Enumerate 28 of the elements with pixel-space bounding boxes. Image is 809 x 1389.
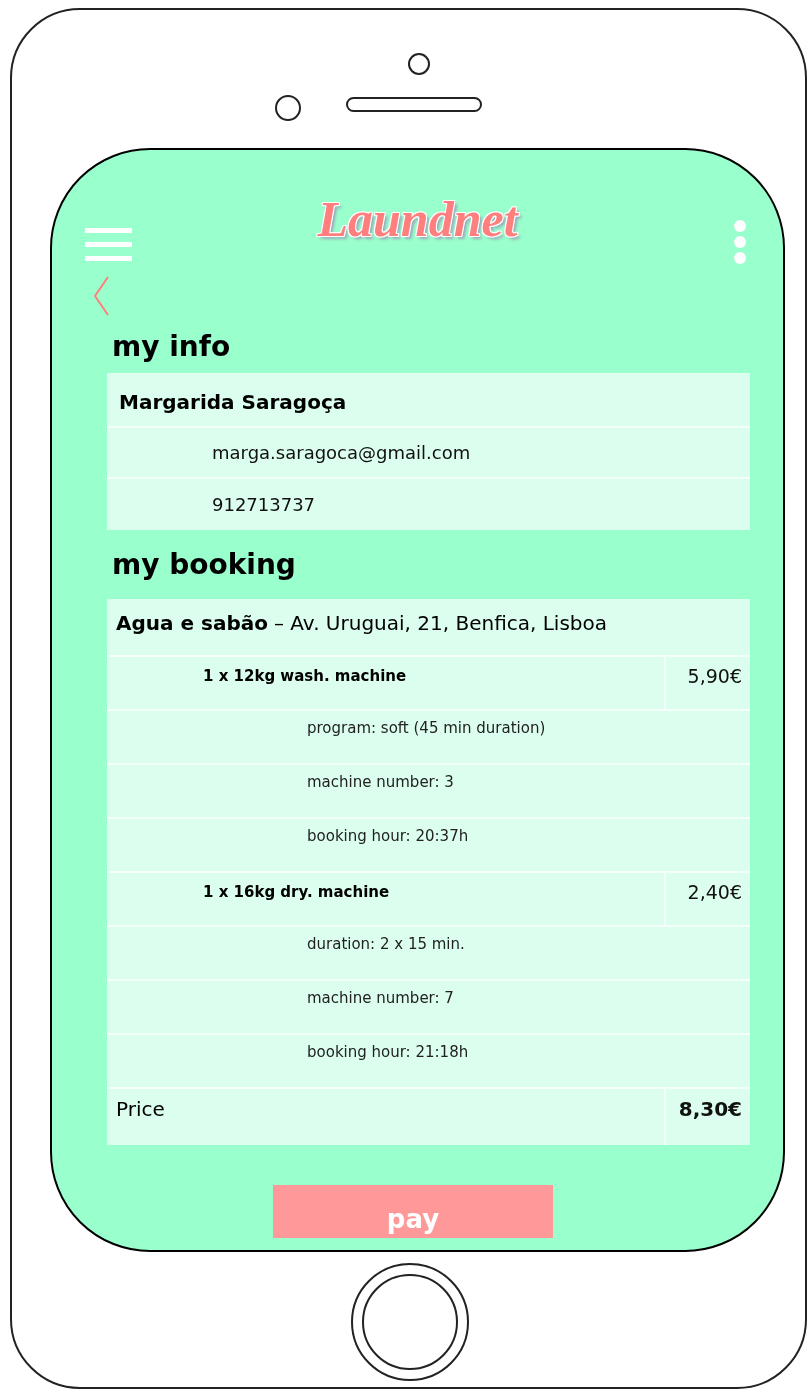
phone-text: 912713737 bbox=[212, 494, 316, 515]
booking-detail: duration: 2 x 15 min. bbox=[307, 935, 465, 953]
camera-icon bbox=[407, 52, 431, 76]
back-icon[interactable] bbox=[92, 276, 110, 316]
store-name: Agua e sabão bbox=[116, 611, 268, 635]
item-price: 2,40€ bbox=[664, 873, 750, 925]
section-heading: my booking bbox=[112, 548, 297, 581]
user-name: Margarida Saragoça bbox=[119, 389, 347, 414]
email-text: marga.saragoca@gmail.com bbox=[212, 442, 471, 463]
item-price: 5,90€ bbox=[664, 657, 750, 709]
total-price: 8,30€ bbox=[664, 1089, 750, 1145]
machine-item: 1 x 12kg wash. machine bbox=[203, 666, 407, 685]
section-heading: my info bbox=[112, 330, 232, 363]
machine-item: 1 x 16kg dry. machine bbox=[203, 882, 390, 901]
booking-detail: booking hour: 21:18h bbox=[307, 1043, 469, 1061]
booking-detail: machine number: 7 bbox=[307, 989, 454, 1007]
home-button[interactable] bbox=[348, 1260, 472, 1384]
app-logo: Laundnet bbox=[317, 190, 518, 249]
sensor-icon bbox=[274, 94, 302, 122]
speaker-icon bbox=[345, 96, 485, 114]
pay-button[interactable]: pay bbox=[273, 1185, 553, 1238]
more-options-icon[interactable] bbox=[733, 220, 747, 264]
booking-detail: program: soft (45 min duration) bbox=[307, 719, 546, 737]
menu-icon[interactable] bbox=[85, 228, 132, 262]
booking-detail: booking hour: 20:37h bbox=[307, 827, 469, 845]
store-address: – Av. Uruguai, 21, Benfica, Lisboa bbox=[274, 611, 608, 635]
total-label: Price bbox=[116, 1097, 165, 1121]
booking-detail: machine number: 3 bbox=[307, 773, 454, 791]
